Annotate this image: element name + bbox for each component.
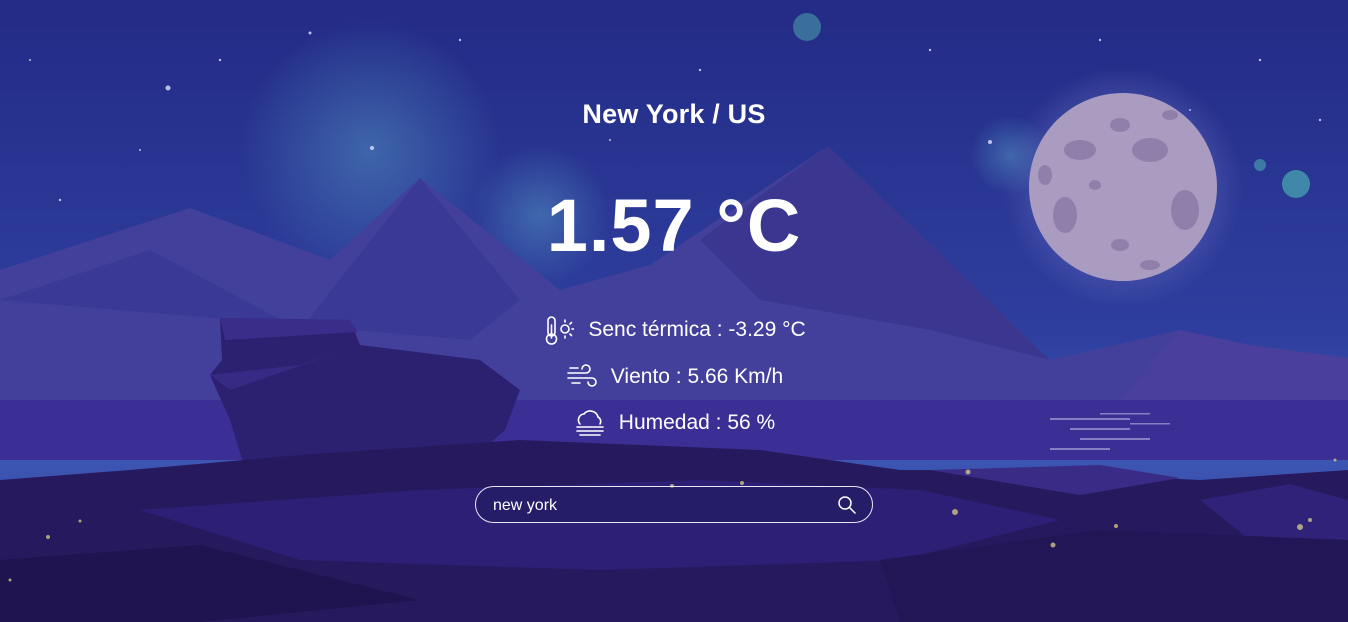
wind-row: Viento : 5.66 Km/h [0,360,1348,394]
city-title: New York / US [582,99,766,129]
search-input[interactable] [491,487,825,524]
humidity-row: Humedad : 56 % [0,406,1348,440]
search-icon[interactable] [836,494,858,516]
search-bar [475,486,873,524]
feels-like-row: Senc térmica : -3.29 °C [0,313,1348,347]
wind-text: Viento : 5.66 Km/h [610,365,784,388]
fog-cloud-icon [573,406,607,440]
feels-like-text: Senc térmica : -3.29 °C [588,318,806,341]
wind-icon [565,360,599,394]
humidity-text: Humedad : 56 % [618,411,776,434]
weather-panel: New York / US 1.57 °C Senc térmica : -3.… [0,0,1348,622]
thermometer-sun-icon [542,313,576,347]
temperature-value: 1.57 °C [546,184,802,267]
